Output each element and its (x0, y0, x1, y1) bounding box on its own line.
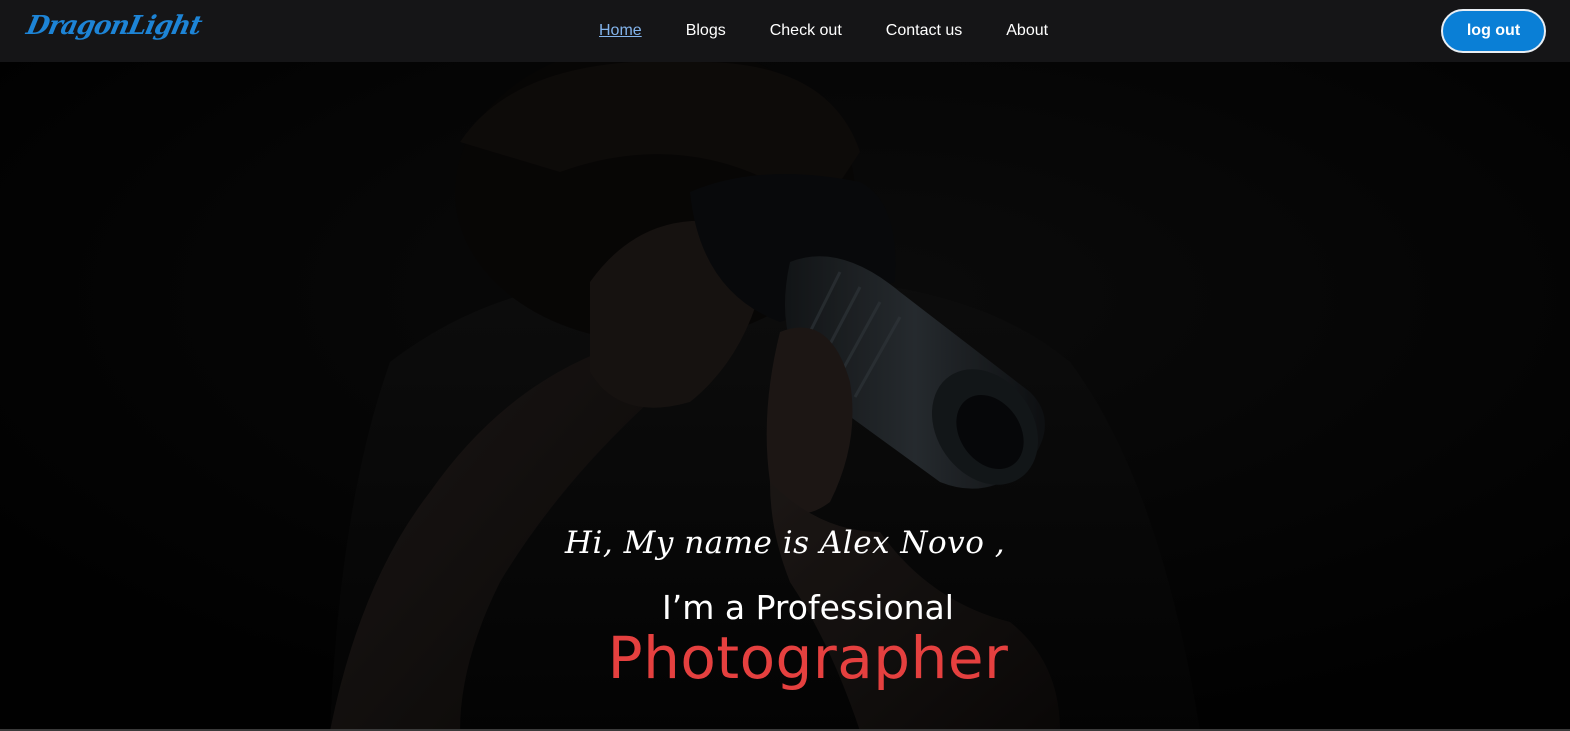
hero-greeting: Hi, My name is Alex Novo , (564, 525, 1006, 561)
hero-text-block: Hi, My name is Alex Novo , I’m a Profess… (0, 62, 1570, 731)
nav-link-about[interactable]: About (1006, 20, 1048, 42)
nav-link-contact-us[interactable]: Contact us (886, 20, 962, 42)
hero-subtitle: I’m a Professional (662, 588, 954, 627)
main-nav: Home Blogs Check out Contact us About (599, 20, 1092, 42)
nav-link-check-out[interactable]: Check out (770, 20, 842, 42)
nav-link-blogs[interactable]: Blogs (686, 20, 726, 42)
brand-logo[interactable]: DragonLight (24, 11, 204, 41)
hero-headline: Photographer (607, 624, 1009, 692)
logout-button[interactable]: log out (1441, 9, 1546, 53)
nav-link-home[interactable]: Home (599, 20, 642, 42)
page: DragonLight Home Blogs Check out Contact… (0, 0, 1570, 731)
navbar: DragonLight Home Blogs Check out Contact… (0, 0, 1570, 62)
hero-section: Hi, My name is Alex Novo , I’m a Profess… (0, 62, 1570, 731)
